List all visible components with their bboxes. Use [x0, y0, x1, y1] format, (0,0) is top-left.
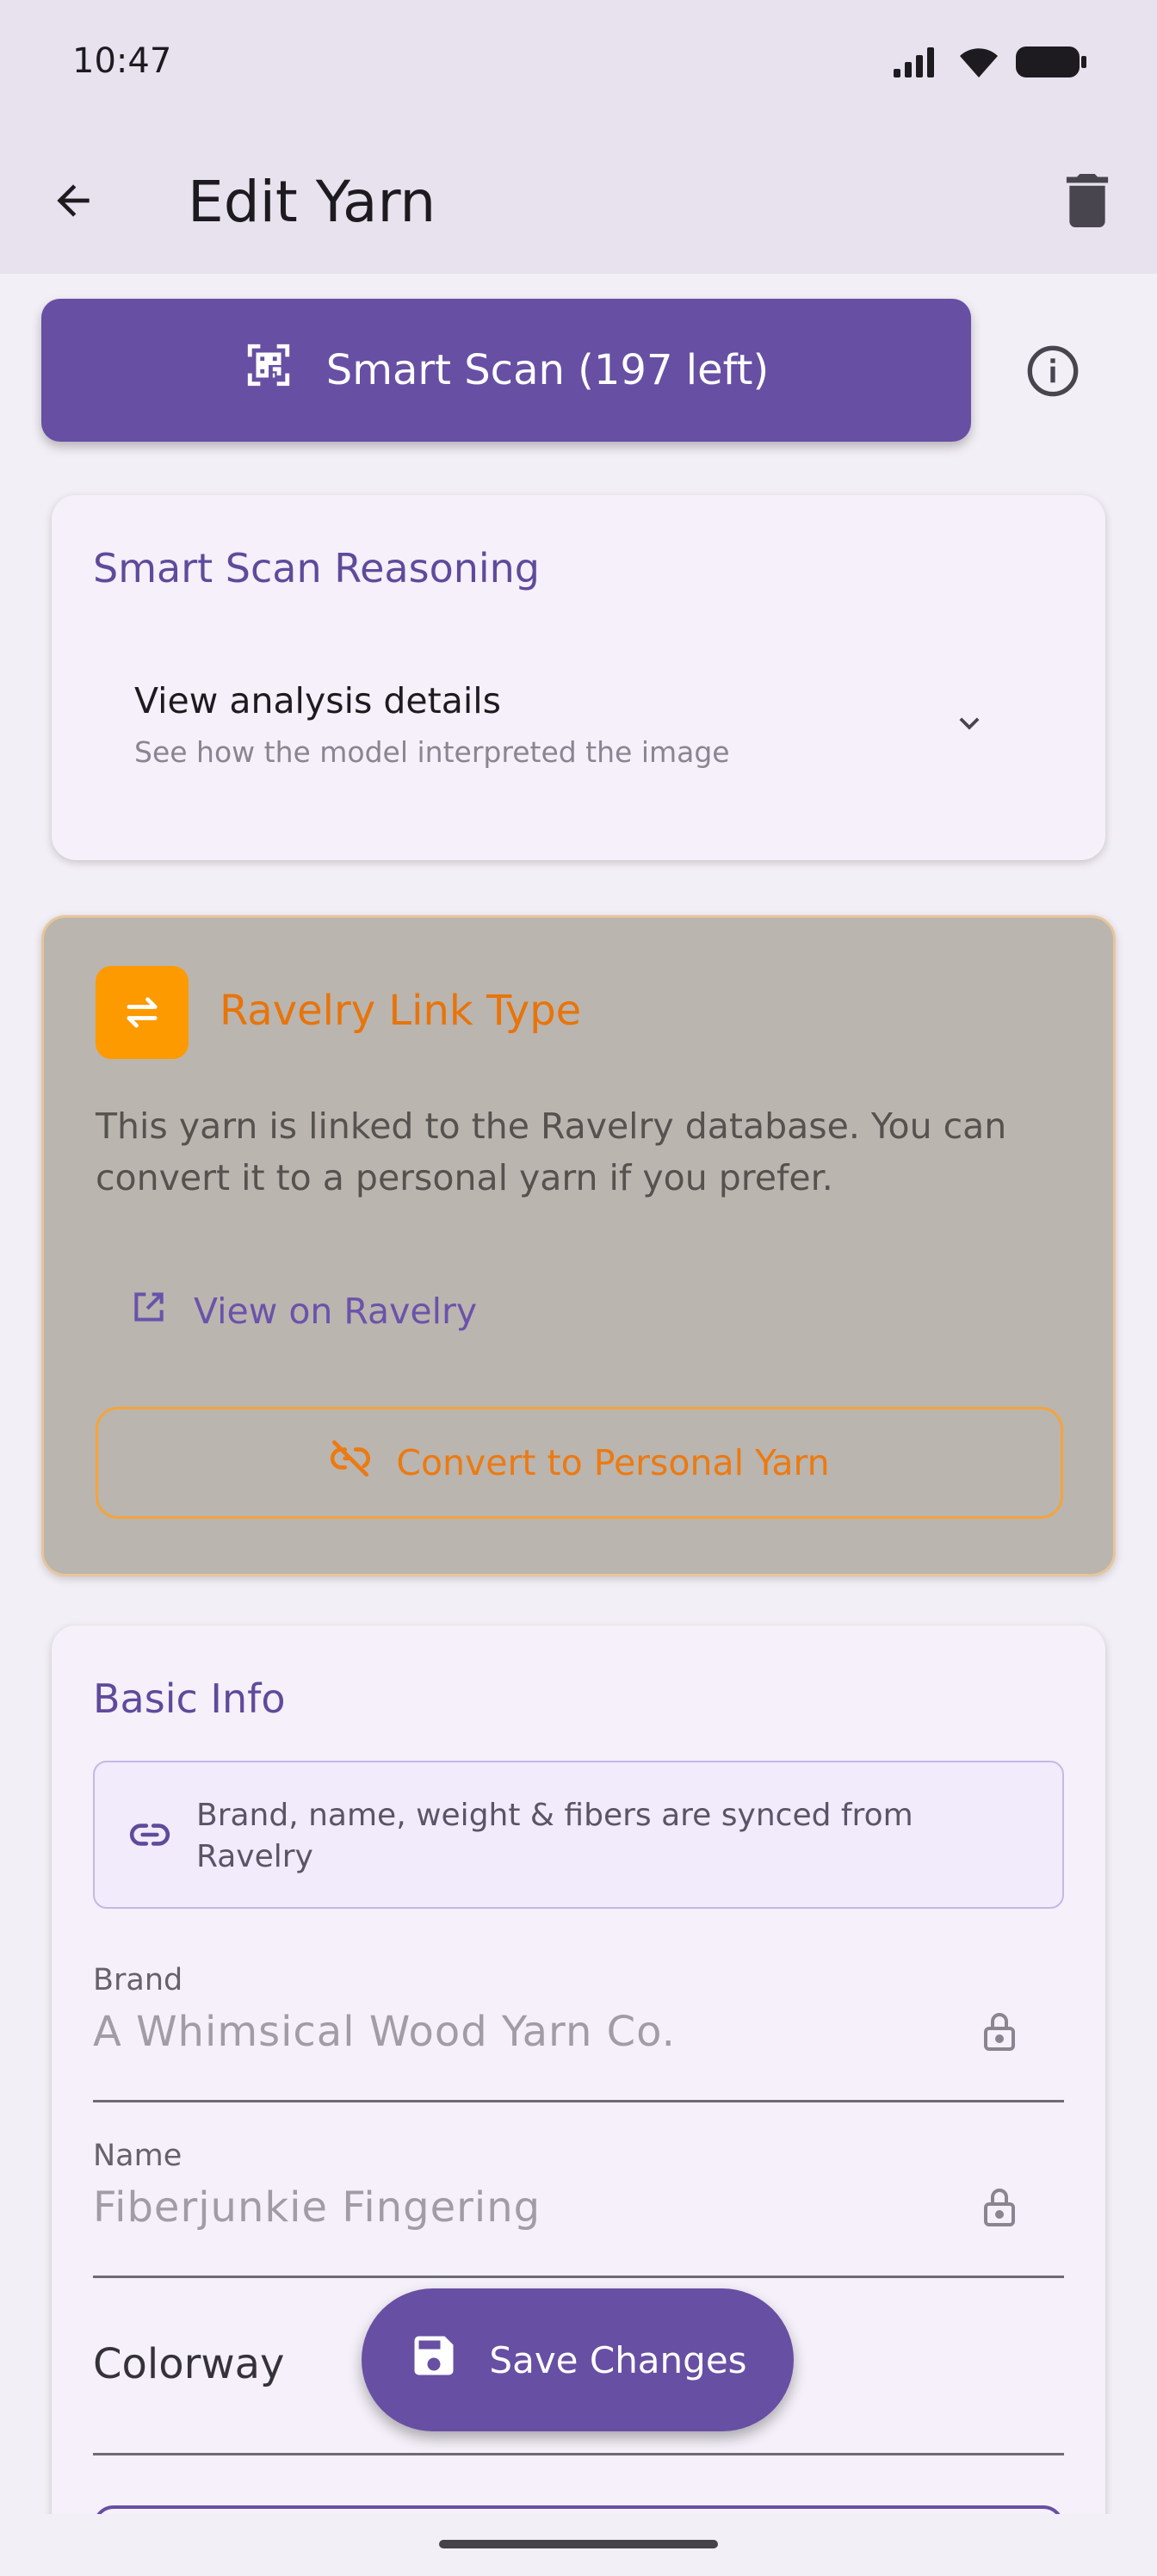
analysis-details-expander[interactable]: View analysis details See how the model … — [134, 680, 1047, 783]
smart-scan-button[interactable]: Smart Scan (197 left) — [41, 299, 971, 442]
name-field[interactable]: Name Fiberjunkie Fingering — [93, 2139, 1064, 2278]
delete-button[interactable] — [1057, 170, 1117, 234]
arrow-back-icon — [49, 176, 97, 228]
swap-icon — [96, 966, 189, 1059]
link-icon — [127, 1812, 172, 1857]
ravelry-sync-note: Brand, name, weight & fibers are synced … — [93, 1761, 1064, 1909]
convert-to-personal-yarn-button[interactable]: Convert to Personal Yarn — [96, 1407, 1063, 1519]
chevron-down-icon — [944, 697, 995, 749]
basic-info-card: Basic Info Brand, name, weight & fibers … — [52, 1625, 1105, 2576]
sync-note-text: Brand, name, weight & fibers are synced … — [196, 1798, 913, 1874]
qr-scan-icon — [244, 340, 294, 400]
status-time: 10:47 — [72, 41, 172, 81]
name-label: Name — [93, 2139, 183, 2173]
brand-field[interactable]: Brand A Whimsical Wood Yarn Co. — [93, 1963, 1064, 2102]
wifi-icon — [957, 46, 1000, 82]
link-off-icon — [329, 1437, 372, 1489]
reasoning-card-title: Smart Scan Reasoning — [93, 545, 541, 591]
save-changes-button[interactable]: Save Changes — [362, 2288, 794, 2431]
convert-button-label: Convert to Personal Yarn — [396, 1442, 830, 1483]
view-on-ravelry-link[interactable]: View on Ravelry — [130, 1288, 477, 1334]
colorway-label: Colorway — [93, 2340, 285, 2388]
status-icons — [894, 45, 1086, 83]
ravelry-link-card: Ravelry Link Type This yarn is linked to… — [41, 915, 1116, 1576]
smart-scan-reasoning-card: Smart Scan Reasoning View analysis detai… — [52, 495, 1105, 860]
back-button[interactable] — [43, 172, 103, 232]
brand-label: Brand — [93, 1963, 183, 1997]
edit-yarn-screen: 10:47 Edit Yarn Smart Scan (197 left) Sm… — [0, 0, 1157, 2576]
top-bar: 10:47 Edit Yarn — [0, 0, 1157, 274]
info-icon — [1025, 344, 1080, 402]
view-on-ravelry-label: View on Ravelry — [194, 1291, 478, 1332]
open-external-icon — [130, 1288, 168, 1334]
analysis-details-subtitle: See how the model interpreted the image — [134, 735, 730, 769]
lock-icon — [978, 2008, 1021, 2056]
lock-icon — [978, 2183, 1021, 2232]
page-title: Edit Yarn — [188, 169, 436, 235]
smart-scan-label: Smart Scan (197 left) — [325, 346, 770, 394]
trash-icon — [1066, 174, 1109, 231]
save-changes-label: Save Changes — [489, 2338, 747, 2381]
brand-value: A Whimsical Wood Yarn Co. — [93, 2008, 676, 2056]
save-icon — [408, 2330, 460, 2390]
battery-icon — [1016, 45, 1086, 83]
ravelry-card-description: This yarn is linked to the Ravelry datab… — [96, 1105, 1007, 1198]
home-indicator[interactable] — [439, 2540, 718, 2548]
name-value: Fiberjunkie Fingering — [93, 2183, 541, 2232]
basic-info-title: Basic Info — [93, 1675, 286, 1722]
analysis-details-title: View analysis details — [134, 680, 501, 721]
signal-icon — [894, 46, 942, 81]
info-button[interactable] — [1023, 343, 1083, 403]
ravelry-card-title: Ravelry Link Type — [220, 987, 582, 1035]
